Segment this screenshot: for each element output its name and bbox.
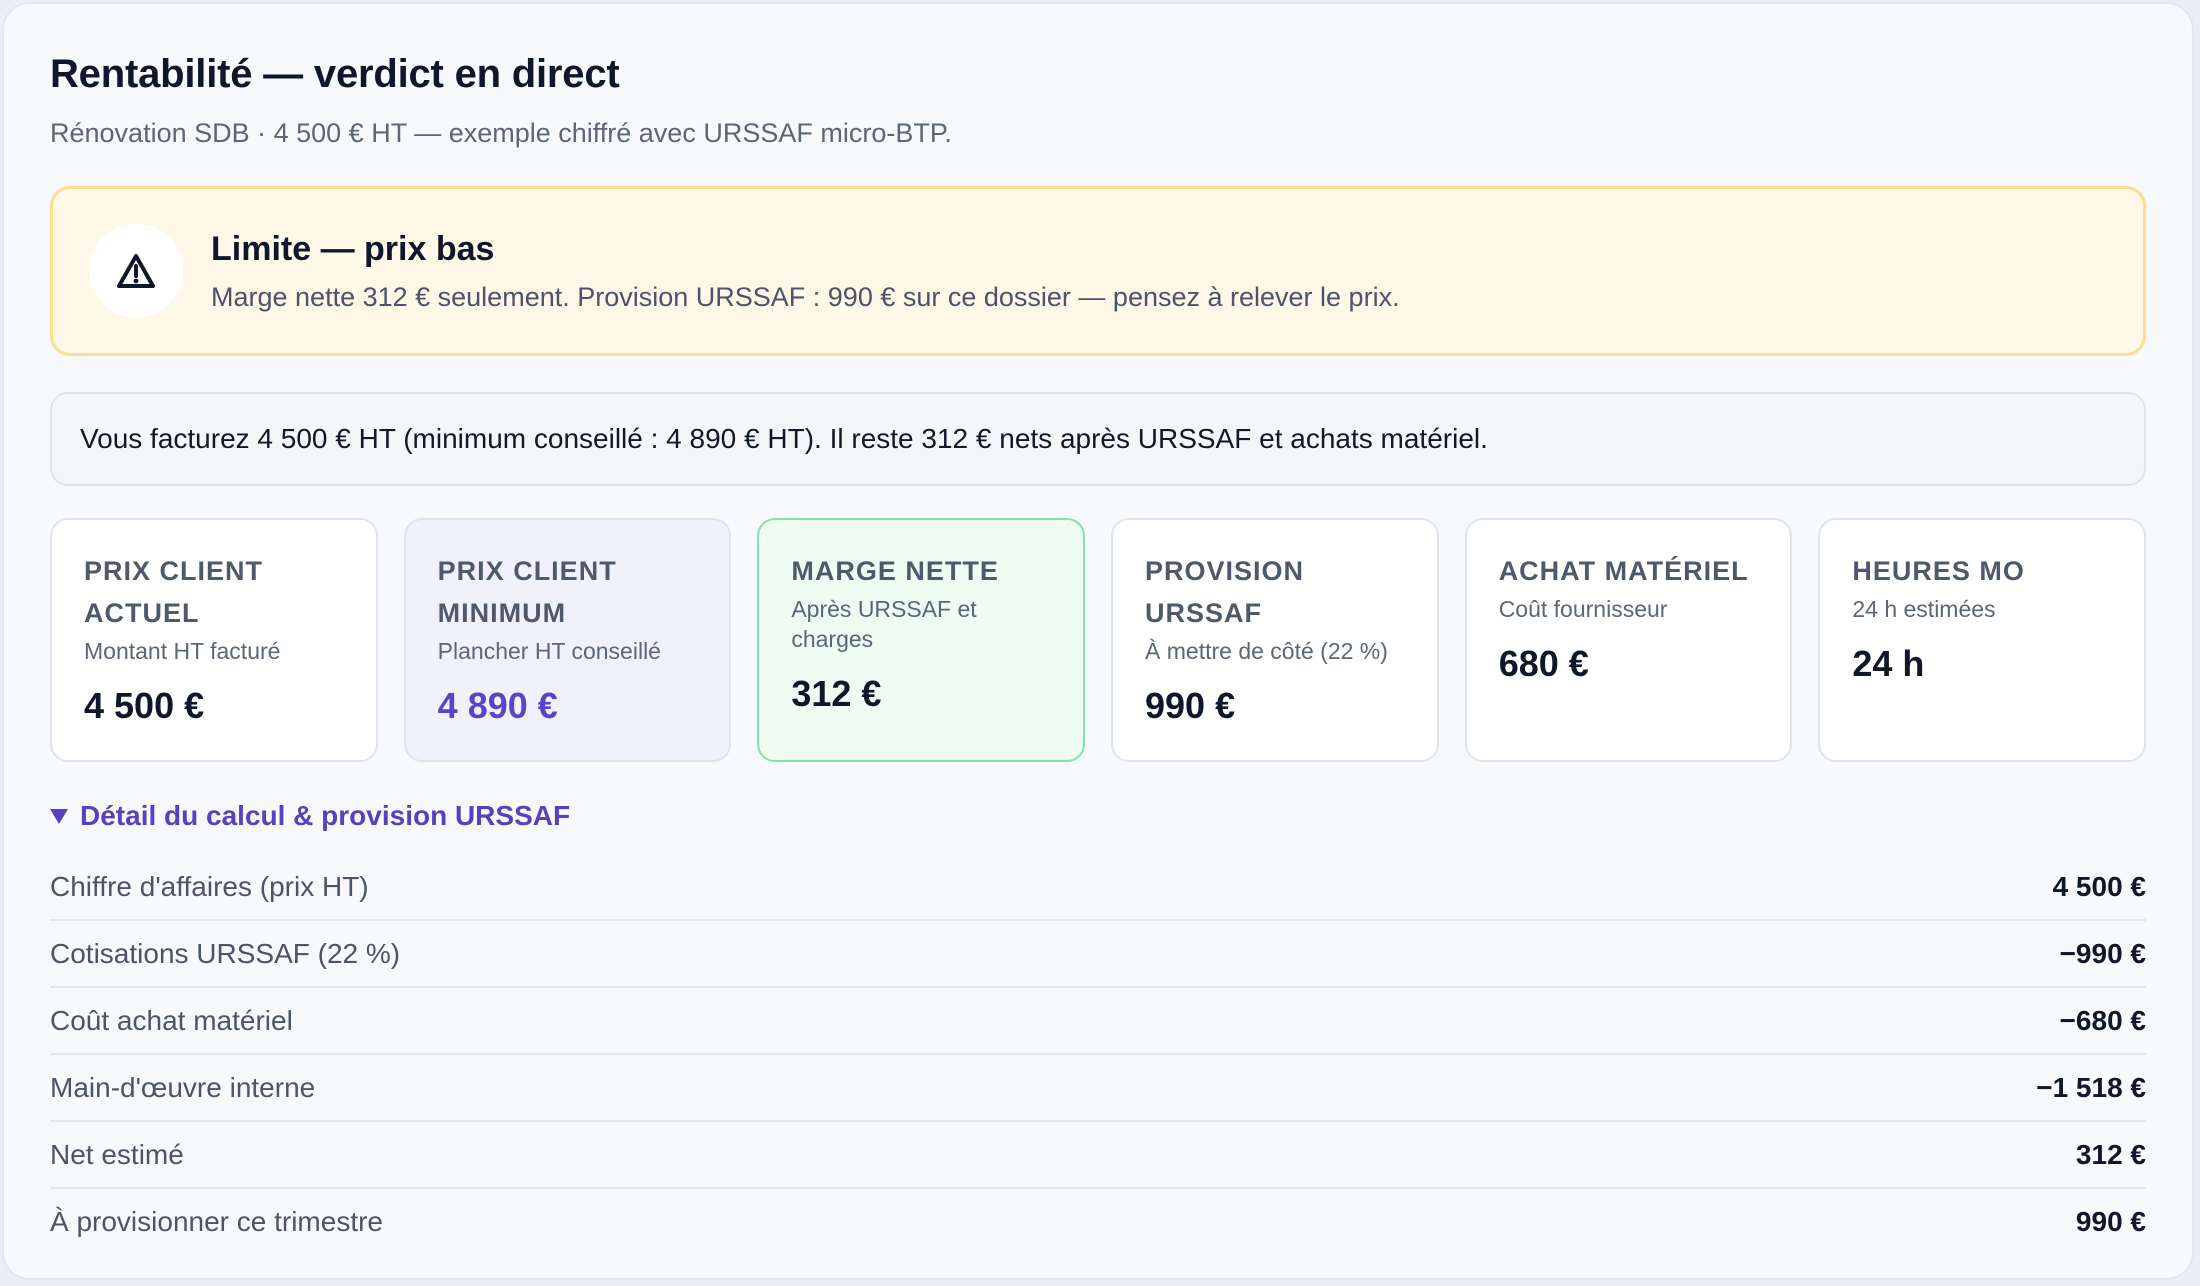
row-label: Chiffre d'affaires (prix HT) — [50, 870, 369, 902]
kpi-label: Marge nette — [791, 556, 999, 586]
page-subtitle: Rénovation SDB · 4 500 € HT — exemple ch… — [50, 118, 952, 148]
table-row: Net estimé 312 € — [50, 1122, 2146, 1189]
table-row: Main-d'œuvre interne −1 518 € — [50, 1055, 2146, 1122]
table-row: Coût achat matériel −680 € — [50, 988, 2146, 1055]
profitability-panel: Rentabilité — verdict en direct Rénovati… — [2, 2, 2194, 1280]
table-row: Cotisations URSSAF (22 %) −990 € — [50, 921, 2146, 988]
kpi-card-labor-hours: Heures MO 24 h estimées 24 h — [1818, 518, 2147, 762]
kpi-value: 680 € — [1498, 643, 1589, 684]
kpi-card-urssaf-provision: Provision URSSAF À mettre de côté (22 %)… — [1111, 518, 1439, 762]
calculation-breakdown: Chiffre d'affaires (prix HT) 4 500 € Cot… — [50, 854, 2146, 1254]
kpi-caption: 24 h estimées — [1852, 596, 1996, 622]
row-value: −990 € — [2059, 937, 2146, 969]
kpi-caption: À mettre de côté (22 %) — [1145, 638, 1388, 664]
kpi-label: Heures MO — [1852, 556, 2025, 586]
kpi-caption: Après URSSAF et charges — [791, 596, 977, 652]
kpi-value: 24 h — [1852, 643, 1925, 684]
kpi-label: Provision URSSAF — [1145, 556, 1305, 628]
caret-down-icon — [50, 808, 68, 824]
kpi-value: 4 890 € — [437, 685, 558, 726]
row-label: Main-d'œuvre interne — [50, 1071, 316, 1103]
table-row: À provisionner ce trimestre 990 € — [50, 1189, 2146, 1254]
warning-triangle-icon — [89, 224, 183, 318]
row-value: −680 € — [2059, 1004, 2146, 1036]
kpi-label: Prix client actuel — [84, 556, 264, 628]
table-row: Chiffre d'affaires (prix HT) 4 500 € — [50, 854, 2146, 921]
kpi-card-material-cost: Achat matériel Coût fournisseur 680 € — [1464, 518, 1793, 762]
details-toggle[interactable]: Détail du calcul & provision URSSAF — [50, 796, 2146, 836]
kpi-label: Prix client minimum — [437, 556, 617, 628]
row-label: Cotisations URSSAF (22 %) — [50, 937, 401, 969]
kpi-value: 312 € — [791, 673, 882, 714]
row-value: 312 € — [2075, 1138, 2146, 1170]
row-label: Net estimé — [50, 1138, 184, 1170]
kpi-card-net-margin: Marge nette Après URSSAF et charges 312 … — [757, 518, 1086, 762]
row-label: À provisionner ce trimestre — [50, 1205, 384, 1237]
kpi-label: Achat matériel — [1498, 556, 1749, 586]
page-title: Rentabilité — verdict en direct — [50, 52, 620, 96]
alert-title: Limite — prix bas — [211, 230, 495, 268]
details-toggle-label: Détail du calcul & provision URSSAF — [80, 800, 571, 831]
kpi-value: 990 € — [1145, 685, 1236, 726]
kpi-caption: Coût fournisseur — [1498, 596, 1668, 622]
verdict-alert: Limite — prix bas Marge nette 312 € seul… — [50, 186, 2146, 356]
row-value: 990 € — [2075, 1205, 2146, 1237]
kpi-cards: Prix client actuel Montant HT facturé 4 … — [50, 518, 2147, 762]
row-value: 4 500 € — [2052, 870, 2146, 902]
kpi-card-minimum-price: Prix client minimum Plancher HT conseill… — [403, 518, 732, 762]
kpi-value: 4 500 € — [84, 685, 205, 726]
kpi-caption: Montant HT facturé — [84, 638, 281, 664]
alert-message: Marge nette 312 € seulement. Provision U… — [211, 282, 1400, 312]
pricing-summary: Vous facturez 4 500 € HT (minimum consei… — [50, 392, 2146, 486]
kpi-card-current-price: Prix client actuel Montant HT facturé 4 … — [50, 518, 378, 762]
row-value: −1 518 € — [2036, 1071, 2146, 1103]
kpi-caption: Plancher HT conseillé — [437, 638, 661, 664]
row-label: Coût achat matériel — [50, 1004, 293, 1036]
